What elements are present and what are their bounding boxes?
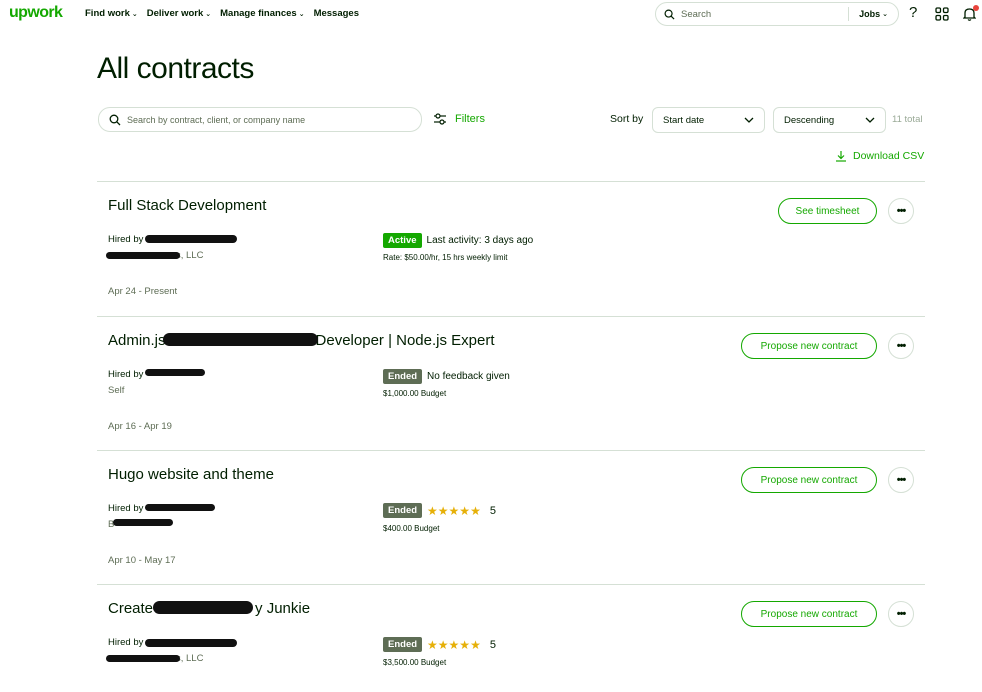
redaction-mark — [106, 655, 180, 662]
redaction-mark — [163, 333, 318, 346]
nav-find-work-label: Find work — [85, 8, 130, 19]
contract-budget: $1,000.00 Budget — [383, 389, 447, 398]
redaction-mark — [106, 252, 180, 259]
hired-by: Hired by — [108, 503, 144, 514]
status-badge: Ended — [383, 637, 423, 652]
contract-title-end: Developer | Node.js Expert — [315, 332, 495, 349]
redaction-mark — [153, 601, 253, 614]
download-csv-label: Download CSV — [853, 150, 925, 162]
main-menu: Find work ⌄ Deliver work ⌄ Manage finances… — [85, 8, 359, 19]
sliders-icon — [434, 113, 446, 125]
nav-find-work[interactable]: Find work ⌄ — [85, 8, 138, 19]
contract-dates: Apr 10 - May 17 — [108, 555, 176, 566]
contract-card[interactable]: Create y Junkie Hired by s, LLC Ended ★★★… — [97, 585, 925, 692]
global-search[interactable]: Search Jobs ⌄ — [655, 2, 899, 26]
contract-budget: $3,500.00 Budget — [383, 658, 447, 667]
global-search-input[interactable]: Search — [681, 9, 848, 20]
rating-stars: ★★★★★ — [427, 637, 481, 652]
search-icon — [664, 9, 675, 20]
more-options-button[interactable]: ••• — [888, 198, 914, 224]
propose-new-contract-button[interactable]: Propose new contract — [741, 467, 877, 493]
chevron-down-icon — [865, 117, 875, 123]
sort-by-label: Sort by — [610, 113, 644, 125]
chevron-down-icon: ⌄ — [298, 11, 305, 18]
status-row: Ended ★★★★★ 5 — [383, 637, 496, 652]
contract-budget: $400.00 Budget — [383, 524, 440, 533]
nav-manage-finances[interactable]: Manage finances ⌄ — [220, 8, 304, 19]
redaction-mark — [145, 639, 237, 647]
nav-manage-finances-label: Manage finances — [220, 8, 297, 19]
upwork-logo[interactable]: upwork — [9, 4, 63, 22]
status-badge: Ended — [383, 369, 423, 384]
status-text: No feedback given — [427, 371, 510, 382]
contract-rate: Rate: $50.00/hr, 15 hrs weekly limit — [383, 253, 508, 262]
hired-by: Hired by — [108, 637, 144, 648]
search-scope-dropdown[interactable]: Jobs ⌄ — [848, 7, 898, 21]
contract-dates: Apr 24 - Present — [108, 286, 178, 297]
chevron-down-icon: ⌄ — [882, 11, 888, 18]
top-nav: upwork Find work ⌄ Deliver work ⌄ Manage f… — [0, 0, 982, 28]
contract-card[interactable]: Hugo website and theme Hired by B Ended … — [97, 451, 925, 585]
status-text: Last activity: 3 days ago — [426, 235, 534, 246]
contract-title-end: y Junkie — [255, 600, 311, 617]
sort-order-select[interactable]: Descending — [773, 107, 886, 133]
more-options-button[interactable]: ••• — [888, 601, 914, 627]
sort-field-select[interactable]: Start date — [652, 107, 765, 133]
grid-icon[interactable] — [935, 7, 949, 21]
status-badge: Ended — [383, 503, 423, 518]
rating-score: 5 — [489, 638, 496, 651]
nav-deliver-work[interactable]: Deliver work ⌄ — [147, 8, 211, 19]
redaction-mark — [113, 519, 173, 526]
status-row: Ended ★★★★★ 5 — [383, 503, 496, 518]
sort-order-value: Descending — [784, 114, 835, 126]
search-scope-label: Jobs — [859, 9, 881, 19]
download-icon — [836, 151, 846, 162]
more-options-button[interactable]: ••• — [888, 333, 914, 359]
contract-title[interactable]: Full Stack Development — [108, 197, 266, 214]
client-name: s, LLC — [176, 250, 204, 261]
hired-by: Hired by — [108, 369, 144, 380]
nav-messages[interactable]: Messages — [314, 8, 359, 19]
notification-dot — [973, 5, 979, 11]
rating-score: 5 — [489, 504, 496, 517]
redaction-mark — [145, 369, 205, 376]
more-options-button[interactable]: ••• — [888, 467, 914, 493]
propose-new-contract-button[interactable]: Propose new contract — [741, 333, 877, 359]
search-icon — [109, 114, 121, 125]
contract-title[interactable]: Hugo website and theme — [108, 466, 274, 483]
contract-search[interactable]: Search by contract, client, or company n… — [98, 107, 422, 132]
chevron-down-icon: ⌄ — [131, 11, 138, 18]
chevron-down-icon: ⌄ — [205, 11, 212, 18]
hired-by: Hired by — [108, 234, 144, 245]
rating-stars: ★★★★★ — [427, 503, 481, 518]
sort-field-value: Start date — [663, 114, 705, 126]
status-row: Ended No feedback given — [383, 369, 510, 384]
redaction-mark — [145, 235, 237, 243]
client-name: s, LLC — [176, 653, 204, 664]
filters-label: Filters — [455, 113, 485, 125]
nav-deliver-work-label: Deliver work — [146, 8, 204, 19]
status-row: Active Last activity: 3 days ago — [383, 233, 533, 248]
page-title: All contracts — [97, 52, 254, 85]
download-csv-link[interactable]: Download CSV — [835, 150, 924, 162]
chevron-down-icon — [744, 117, 754, 123]
contract-title-start: Create — [108, 600, 154, 617]
contract-dates: Apr 16 - Apr 19 — [108, 421, 172, 432]
contract-card[interactable]: Full Stack Development Hired by s, LLC A… — [97, 182, 925, 316]
see-timesheet-button[interactable]: See timesheet — [778, 198, 877, 224]
contract-search-input[interactable]: Search by contract, client, or company n… — [127, 115, 305, 125]
propose-new-contract-button[interactable]: Propose new contract — [741, 601, 877, 627]
redaction-mark — [145, 504, 215, 511]
total-count: 11 total — [892, 114, 923, 125]
status-badge: Active — [383, 233, 422, 248]
client-company: Self — [108, 385, 125, 396]
filters-button[interactable]: Filters — [433, 112, 485, 126]
question-icon[interactable]: ? — [909, 4, 917, 21]
contract-title-start: Admin.js — [108, 332, 166, 349]
contract-card[interactable]: Admin.js Developer | Node.js Expert Hired… — [97, 317, 925, 451]
